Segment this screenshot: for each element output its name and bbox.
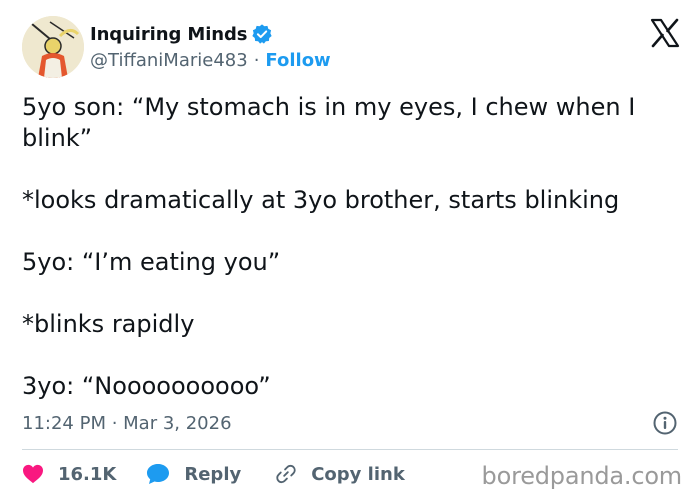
heart-icon [23,464,43,484]
x-logo-icon[interactable] [650,18,680,48]
copy-link-button[interactable]: Copy link [275,463,405,485]
tweet-text: 5yo son: “My stomach is in my eyes, I ch… [22,92,682,402]
verified-badge-icon [252,24,273,44]
tweet-line: *blinks rapidly [22,310,195,338]
avatar-illustration-icon [22,16,84,78]
user-info: Inquiring Minds @TiffaniMarie483 · Follo… [90,22,331,72]
separator: · [253,50,260,71]
meta-row: 11:24 PM · Mar 3, 2026 [22,410,678,436]
name-row: Inquiring Minds [90,22,331,46]
info-icon[interactable] [652,410,678,436]
like-button[interactable]: 16.1K [22,464,116,485]
reply-button[interactable]: Reply [146,463,241,485]
handle[interactable]: @TiffaniMarie483 [90,50,248,71]
reply-bubble-icon [147,464,170,484]
tweet-line: 5yo: “I’m eating you” [22,248,281,276]
watermark: boredpanda.com [481,462,683,490]
link-icon [276,464,296,484]
tweet-line: 3yo: “Noooooooooo” [22,372,271,400]
action-bar: 16.1K Reply Copy link [22,458,405,490]
tweet-line: *looks dramatically at 3yo brother, star… [22,186,620,214]
follow-button[interactable]: Follow [265,50,330,71]
like-count: 16.1K [58,463,117,485]
divider [22,449,678,450]
copy-link-label: Copy link [311,463,405,485]
tweet-line: 5yo son: “My stomach is in my eyes, I ch… [22,93,636,152]
handle-row: @TiffaniMarie483 · Follow [90,50,331,71]
timestamp[interactable]: 11:24 PM · Mar 3, 2026 [22,413,232,434]
avatar[interactable] [22,16,84,78]
tweet-header: Inquiring Minds @TiffaniMarie483 · Follo… [22,16,682,78]
reply-label: Reply [184,463,242,485]
display-name[interactable]: Inquiring Minds [90,24,247,45]
